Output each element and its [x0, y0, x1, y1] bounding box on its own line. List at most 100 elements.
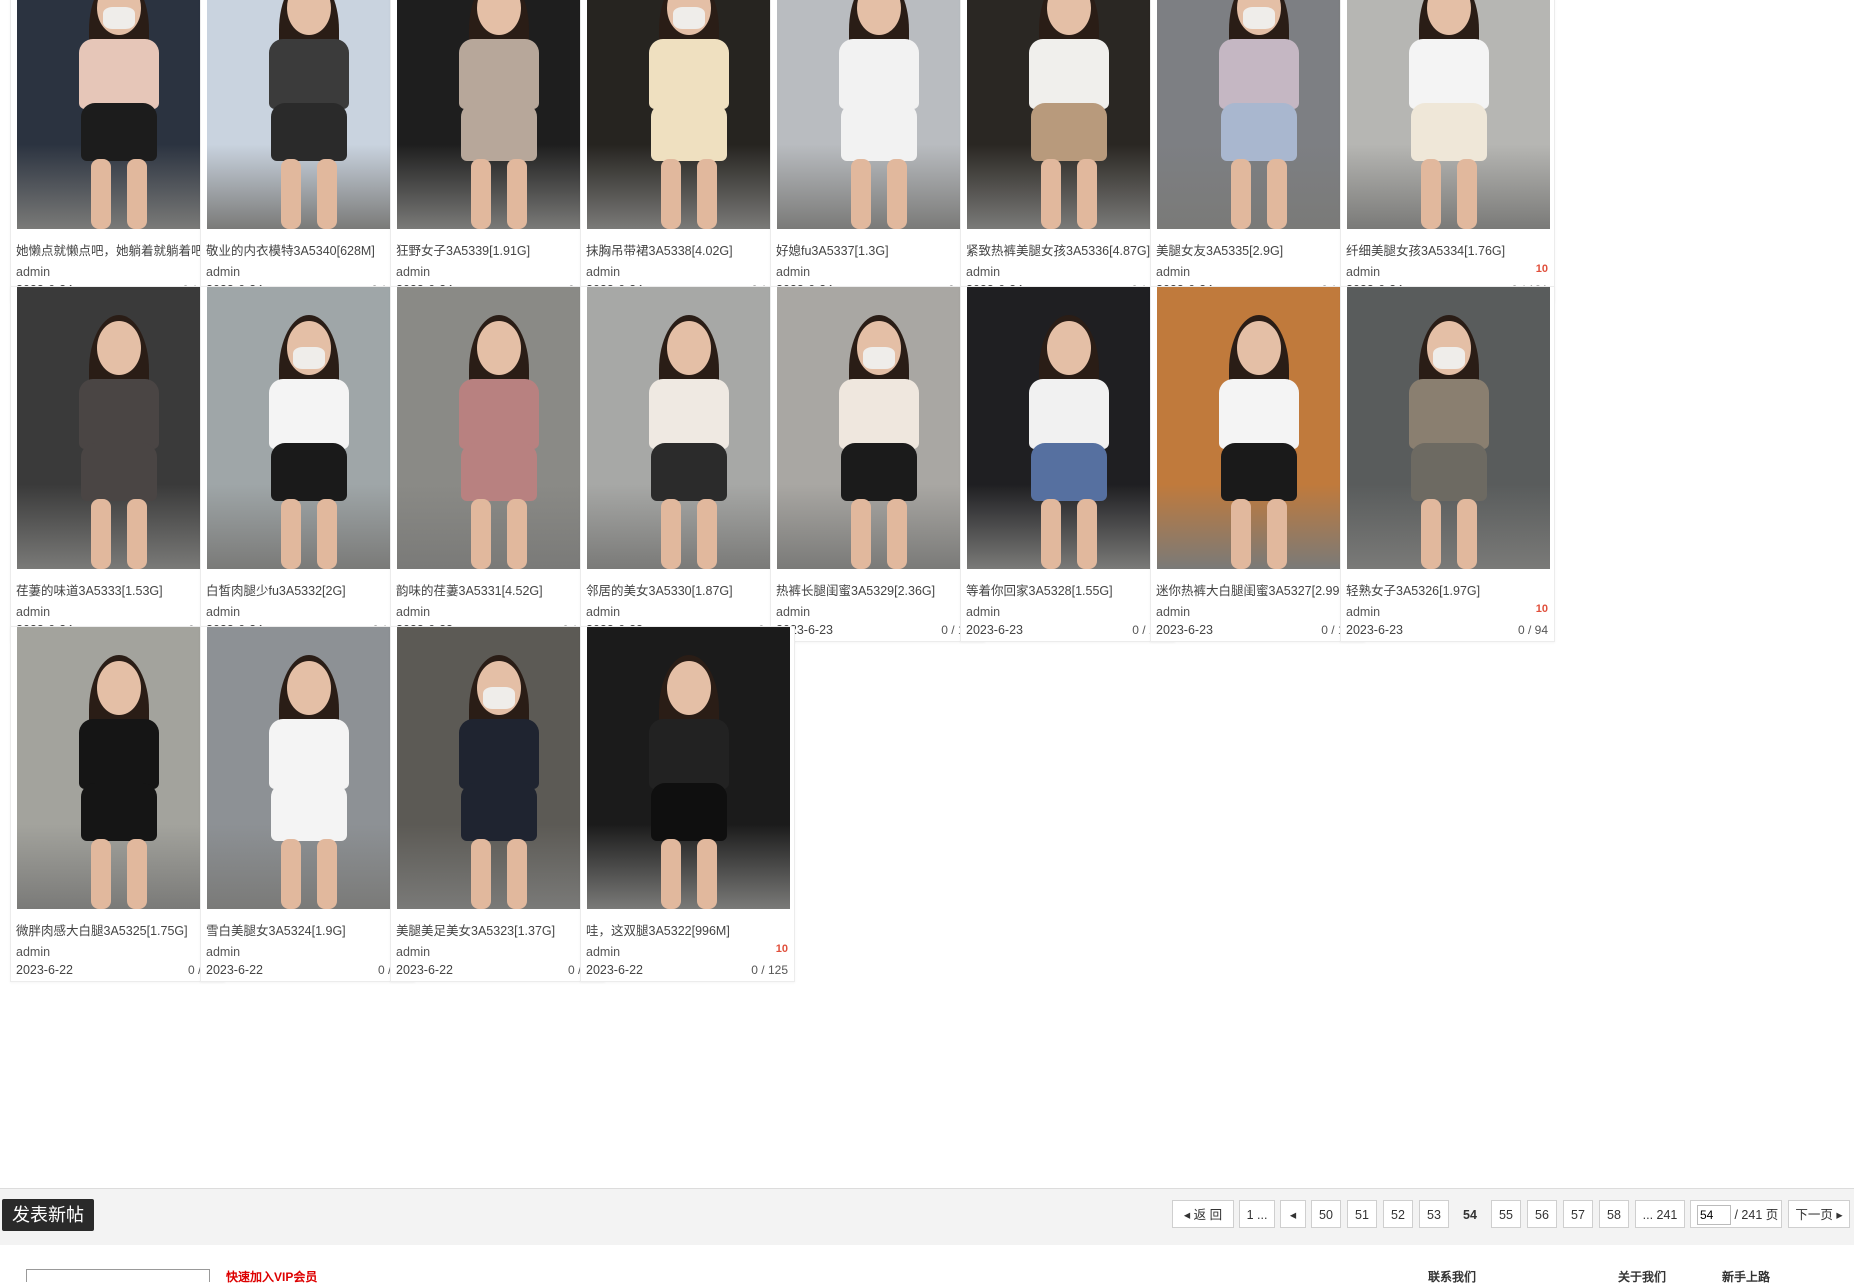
- figure-mask: [293, 347, 325, 369]
- thread-author[interactable]: admin: [16, 945, 50, 959]
- thread-card[interactable]: 白皙肉腿少fu3A5332[2G]admin92023-6-240 / 113: [200, 286, 415, 642]
- page-last[interactable]: ... 241: [1635, 1200, 1685, 1228]
- thread-title[interactable]: 抹胸吊带裙3A5338[4.02G]: [586, 240, 791, 259]
- thread-card[interactable]: 美腿美足美女3A5323[1.37G]admin92023-6-220 / 87: [390, 626, 605, 982]
- thread-title[interactable]: 邻居的美女3A5330[1.87G]: [586, 580, 791, 599]
- page-first[interactable]: 1 ...: [1239, 1200, 1275, 1228]
- thread-title[interactable]: 美腿美足美女3A5323[1.37G]: [396, 920, 601, 939]
- thread-author[interactable]: admin: [16, 265, 50, 279]
- new-post-button[interactable]: 发表新帖: [2, 1199, 94, 1231]
- thread-card[interactable]: 迷你热裤大白腿闺蜜3A5327[2.99G]admin112023-6-230 …: [1150, 286, 1365, 642]
- thread-title[interactable]: 等着你回家3A5328[1.55G]: [966, 580, 1171, 599]
- thread-thumbnail[interactable]: [397, 0, 600, 229]
- thread-author[interactable]: admin: [1156, 605, 1190, 619]
- thread-thumbnail[interactable]: [1347, 287, 1550, 569]
- thread-author[interactable]: admin: [16, 605, 50, 619]
- page-52[interactable]: 52: [1383, 1200, 1413, 1228]
- thread-title[interactable]: 微胖肉感大白腿3A5325[1.75G]: [16, 920, 221, 939]
- thread-author[interactable]: admin: [206, 945, 240, 959]
- thread-thumbnail[interactable]: [587, 0, 790, 229]
- thread-author[interactable]: admin: [586, 605, 620, 619]
- thread-card[interactable]: 等着你回家3A5328[1.55G]admin82023-6-230 / 112: [960, 286, 1175, 642]
- prev-page-button[interactable]: ◂: [1280, 1200, 1306, 1228]
- thread-card[interactable]: 好媳fu3A5337[1.3G]admin92023-6-240 / 91: [770, 0, 985, 302]
- thread-title[interactable]: 荏萋的味道3A5333[1.53G]: [16, 580, 221, 599]
- thread-author[interactable]: admin: [776, 265, 810, 279]
- page-51[interactable]: 51: [1347, 1200, 1377, 1228]
- thread-author[interactable]: admin: [1346, 605, 1380, 619]
- thread-card[interactable]: 抹胸吊带裙3A5338[4.02G]admin92023-6-240 / 144: [580, 0, 795, 302]
- thread-thumbnail[interactable]: [207, 627, 410, 909]
- thread-thumbnail[interactable]: [207, 0, 410, 229]
- thread-title[interactable]: 敬业的内衣模特3A5340[628M]: [206, 240, 411, 259]
- thread-author[interactable]: admin: [586, 265, 620, 279]
- thread-card[interactable]: 哇，这双腿3A5322[996M] admin 10 2023-6-22 0 / 125: [580, 626, 795, 982]
- thread-thumbnail[interactable]: [967, 0, 1170, 229]
- thread-thumbnail[interactable]: [397, 287, 600, 569]
- thread-thumbnail[interactable]: [397, 627, 600, 909]
- thread-card[interactable]: 美腿女友3A5335[2.9G]admin112023-6-240 / 139: [1150, 0, 1365, 302]
- thread-card[interactable]: 热裤长腿闺蜜3A5329[2.36G]admin122023-6-230 / 1…: [770, 286, 985, 642]
- page-56[interactable]: 56: [1527, 1200, 1557, 1228]
- thread-title[interactable]: 哇，这双腿3A5322[996M]: [586, 920, 791, 939]
- thread-author[interactable]: admin: [396, 605, 430, 619]
- thread-author[interactable]: admin: [586, 945, 620, 959]
- thread-title[interactable]: 狂野女子3A5339[1.91G]: [396, 240, 601, 259]
- thread-title[interactable]: 紧致热裤美腿女孩3A5336[4.87G]: [966, 240, 1171, 259]
- thread-author[interactable]: admin: [1346, 265, 1380, 279]
- thread-title[interactable]: 白皙肉腿少fu3A5332[2G]: [206, 580, 411, 599]
- thread-title[interactable]: 韵味的荏萋3A5331[4.52G]: [396, 580, 601, 599]
- thread-thumbnail[interactable]: [587, 627, 790, 909]
- page-57[interactable]: 57: [1563, 1200, 1593, 1228]
- thread-title[interactable]: 她懒点就懒点吧，她躺着就躺着吧3...: [16, 240, 221, 259]
- thread-author[interactable]: admin: [776, 605, 810, 619]
- thread-author[interactable]: admin: [396, 265, 430, 279]
- thread-card[interactable]: 紧致热裤美腿女孩3A5336[4.87G]admin112023-6-240 /…: [960, 0, 1175, 302]
- thread-author[interactable]: admin: [396, 945, 430, 959]
- thread-thumbnail[interactable]: [17, 0, 220, 229]
- thread-title[interactable]: 好媳fu3A5337[1.3G]: [776, 240, 981, 259]
- thread-thumbnail[interactable]: [1347, 0, 1550, 229]
- page-53[interactable]: 53: [1419, 1200, 1449, 1228]
- thread-thumbnail[interactable]: [17, 287, 220, 569]
- thread-thumbnail[interactable]: [967, 287, 1170, 569]
- thread-thumbnail[interactable]: [1157, 287, 1360, 569]
- thread-card[interactable]: 狂野女子3A5339[1.91G]admin92023-6-240 / 47: [390, 0, 605, 302]
- thread-card[interactable]: 敬业的内衣模特3A5340[628M]admin112023-6-240 / 1…: [200, 0, 415, 302]
- thread-title[interactable]: 纤细美腿女孩3A5334[1.76G]: [1346, 240, 1551, 259]
- thread-author[interactable]: admin: [966, 265, 1000, 279]
- figure-bottom: [651, 783, 727, 841]
- page-jump-input[interactable]: [1697, 1205, 1731, 1225]
- thread-title[interactable]: 轻熟女子3A5326[1.97G]: [1346, 580, 1551, 599]
- thread-card[interactable]: 轻熟女子3A5326[1.97G] admin 10 2023-6-23 0 / 94: [1340, 286, 1555, 642]
- page-58[interactable]: 58: [1599, 1200, 1629, 1228]
- thread-title[interactable]: 美腿女友3A5335[2.9G]: [1156, 240, 1361, 259]
- thread-title[interactable]: 热裤长腿闺蜜3A5329[2.36G]: [776, 580, 981, 599]
- page-55[interactable]: 55: [1491, 1200, 1521, 1228]
- thread-title[interactable]: 雪白美腿女3A5324[1.9G]: [206, 920, 411, 939]
- thread-thumbnail[interactable]: [17, 627, 220, 909]
- thread-card[interactable]: 纤细美腿女孩3A5334[1.76G]admin102023-6-240 / 1…: [1340, 0, 1555, 302]
- figure-top: [649, 719, 729, 789]
- thread-card[interactable]: 荏萋的味道3A5333[1.53G]admin92023-6-240 / 70: [10, 286, 225, 642]
- thread-title[interactable]: 迷你热裤大白腿闺蜜3A5327[2.99G]: [1156, 580, 1361, 599]
- thread-card[interactable]: 雪白美腿女3A5324[1.9G]admin122023-6-220 / 97: [200, 626, 415, 982]
- thread-card[interactable]: 邻居的美女3A5330[1.87G]admin122023-6-230 / 77: [580, 286, 795, 642]
- thread-thumbnail[interactable]: [777, 287, 980, 569]
- back-button[interactable]: ◂ 返 回: [1172, 1200, 1234, 1228]
- thread-thumbnail[interactable]: [587, 287, 790, 569]
- page-50[interactable]: 50: [1311, 1200, 1341, 1228]
- thread-card[interactable]: 微胖肉感大白腿3A5325[1.75G]admin112023-6-220 / …: [10, 626, 225, 982]
- thread-author[interactable]: admin: [1156, 265, 1190, 279]
- figure-top: [269, 719, 349, 789]
- thread-thumbnail[interactable]: [777, 0, 980, 229]
- thread-author[interactable]: admin: [966, 605, 1000, 619]
- thread-author[interactable]: admin: [206, 265, 240, 279]
- thread-thumbnail[interactable]: [207, 287, 410, 569]
- thread-author[interactable]: admin: [206, 605, 240, 619]
- thread-card[interactable]: 她懒点就懒点吧，她躺着就躺着吧3...admin102023-6-240 / 1…: [10, 0, 225, 302]
- figure-leg-left: [471, 499, 491, 569]
- next-page-button[interactable]: 下一页 ▸: [1788, 1200, 1850, 1228]
- thread-thumbnail[interactable]: [1157, 0, 1360, 229]
- thread-card[interactable]: 韵味的荏萋3A5331[4.52G]admin142023-6-230 / 11…: [390, 286, 605, 642]
